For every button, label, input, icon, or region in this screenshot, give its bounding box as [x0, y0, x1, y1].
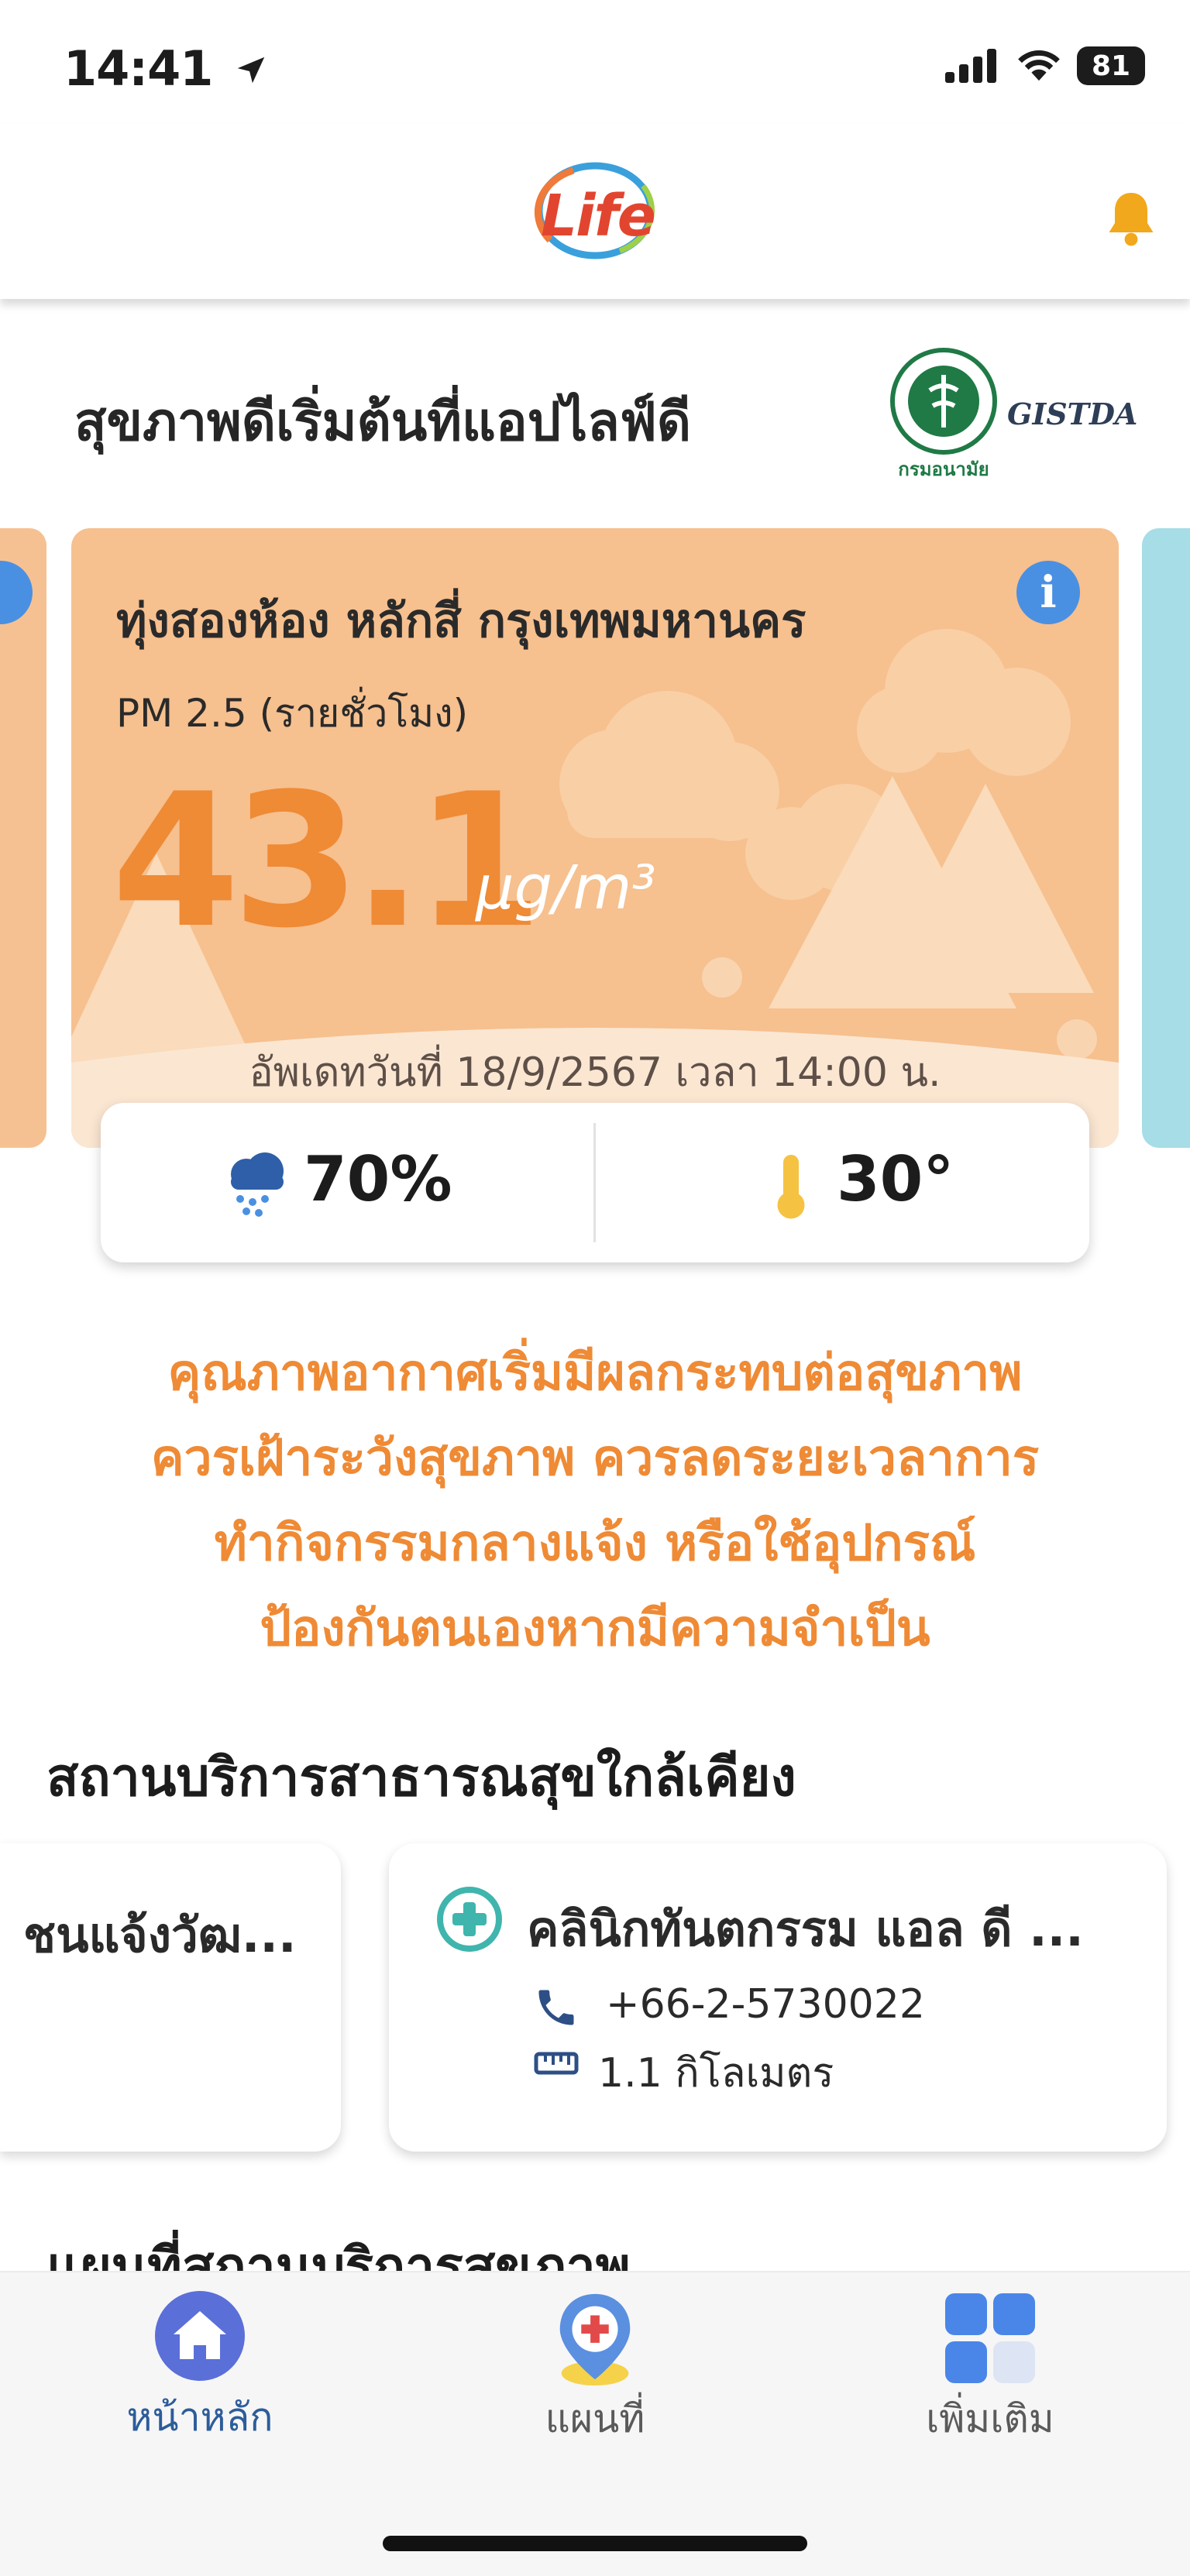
moph-caption: กรมอนามัย [898, 459, 989, 480]
facility-distance: 1.1 กิโลเมตร [598, 2050, 834, 2097]
pm25-label: PM 2.5 (รายชั่วโมง) [116, 691, 469, 736]
status-time: 14:41 [64, 40, 269, 97]
advice-line: ควรเฝ้าระวังสุขภาพ ควรลดระยะเวลาการ [150, 1430, 1040, 1487]
home-indicator[interactable] [383, 2536, 807, 2551]
battery-indicator: 81 [1077, 46, 1145, 85]
info-icon[interactable]: i [1016, 561, 1080, 624]
air-card-next[interactable] [1142, 528, 1190, 1148]
notification-bell-icon[interactable] [1103, 187, 1159, 249]
pm25-unit: μg/m³ [476, 854, 656, 923]
air-card-updated: อัพเดทวันที่ 18/9/2567 เวลา 14:00 น. [249, 1049, 941, 1096]
weather-divider [593, 1123, 596, 1242]
gistda-logo: GISTDA [1007, 397, 1138, 431]
facilities-section-title: สถานบริการสาธารณสุขใกล้เคียง [46, 1747, 796, 1808]
advice-line: ทำกิจกรรมกลางแจ้ง หรือใช้อุปกรณ์ [214, 1515, 976, 1572]
cellular-signal-icon [945, 49, 996, 83]
facility-card[interactable]: คลินิกทันตกรรม แอล ดี ... +66-2-5730022 … [389, 1843, 1167, 2152]
air-quality-card[interactable]: ทุ่งสองห้อง หลักสี่ กรุงเทพมหานคร PM 2.5… [71, 528, 1119, 1148]
grid-icon [945, 2293, 1035, 2383]
air-card-location: ทุ่งสองห้อง หลักสี่ กรุงเทพมหานคร [116, 594, 807, 648]
status-icons: 81 [945, 46, 1145, 85]
facility-card[interactable]: ชนแจ้งวัฒ... [0, 1843, 341, 2152]
intro-title: สุขภาพดีเริ่มต้นที่แอปไลฟ์ดี [74, 392, 692, 453]
pm25-value: 43.1 [112, 754, 543, 969]
phone-icon [538, 1990, 574, 2025]
nav-map[interactable]: แผนที่ [456, 2288, 734, 2450]
location-arrow-icon [237, 57, 265, 84]
life-logo-text: Life [541, 183, 656, 249]
rain-cloud-icon [231, 1152, 284, 1217]
thermometer-icon [777, 1155, 805, 1219]
advice-line: ป้องกันตนเองหากมีความจำเป็น [260, 1600, 930, 1657]
status-time-text: 14:41 [64, 40, 213, 97]
air-quality-advice: คุณภาพอากาศเริ่มมีผลกระทบต่อสุขภาพ ควรเฝ… [74, 1331, 1116, 1671]
ruler-icon [534, 2052, 579, 2075]
nav-label-more: เพิ่มเติม [926, 2396, 1054, 2441]
nav-more[interactable]: เพิ่มเติม [851, 2288, 1130, 2450]
battery-level: 81 [1091, 50, 1131, 82]
home-icon [155, 2291, 245, 2381]
nav-home[interactable]: หน้าหลัก [60, 2288, 339, 2448]
life-logo: Life [527, 155, 659, 274]
humidity-value: 70% [304, 1143, 452, 1215]
air-card-previous[interactable] [0, 528, 46, 1148]
bottom-navigation: หน้าหลัก แผนที่ เพิ่มเติม [0, 2271, 1190, 2576]
wifi-icon [1018, 50, 1060, 81]
advice-line: คุณภาพอากาศเริ่มมีผลกระทบต่อสุขภาพ [167, 1345, 1023, 1402]
facility-name: ชนแจ้งวัฒ... [23, 1907, 297, 1963]
facility-name: คลินิกทันตกรรม แอล ดี ... [527, 1901, 1084, 1957]
department-of-health-logo: กรมอนามัย [889, 347, 998, 484]
facility-phone[interactable]: +66-2-5730022 [606, 1981, 925, 2028]
map-pin-icon [559, 2293, 631, 2386]
app-header: Life [0, 124, 1190, 299]
nav-label-map: แผนที่ [545, 2396, 645, 2441]
info-icon [0, 561, 33, 624]
weather-summary: 70% 30° [101, 1103, 1089, 1262]
nav-label-home: หน้าหลัก [126, 2395, 273, 2440]
temperature-value: 30° [837, 1143, 954, 1215]
health-cross-icon [437, 1887, 502, 1952]
